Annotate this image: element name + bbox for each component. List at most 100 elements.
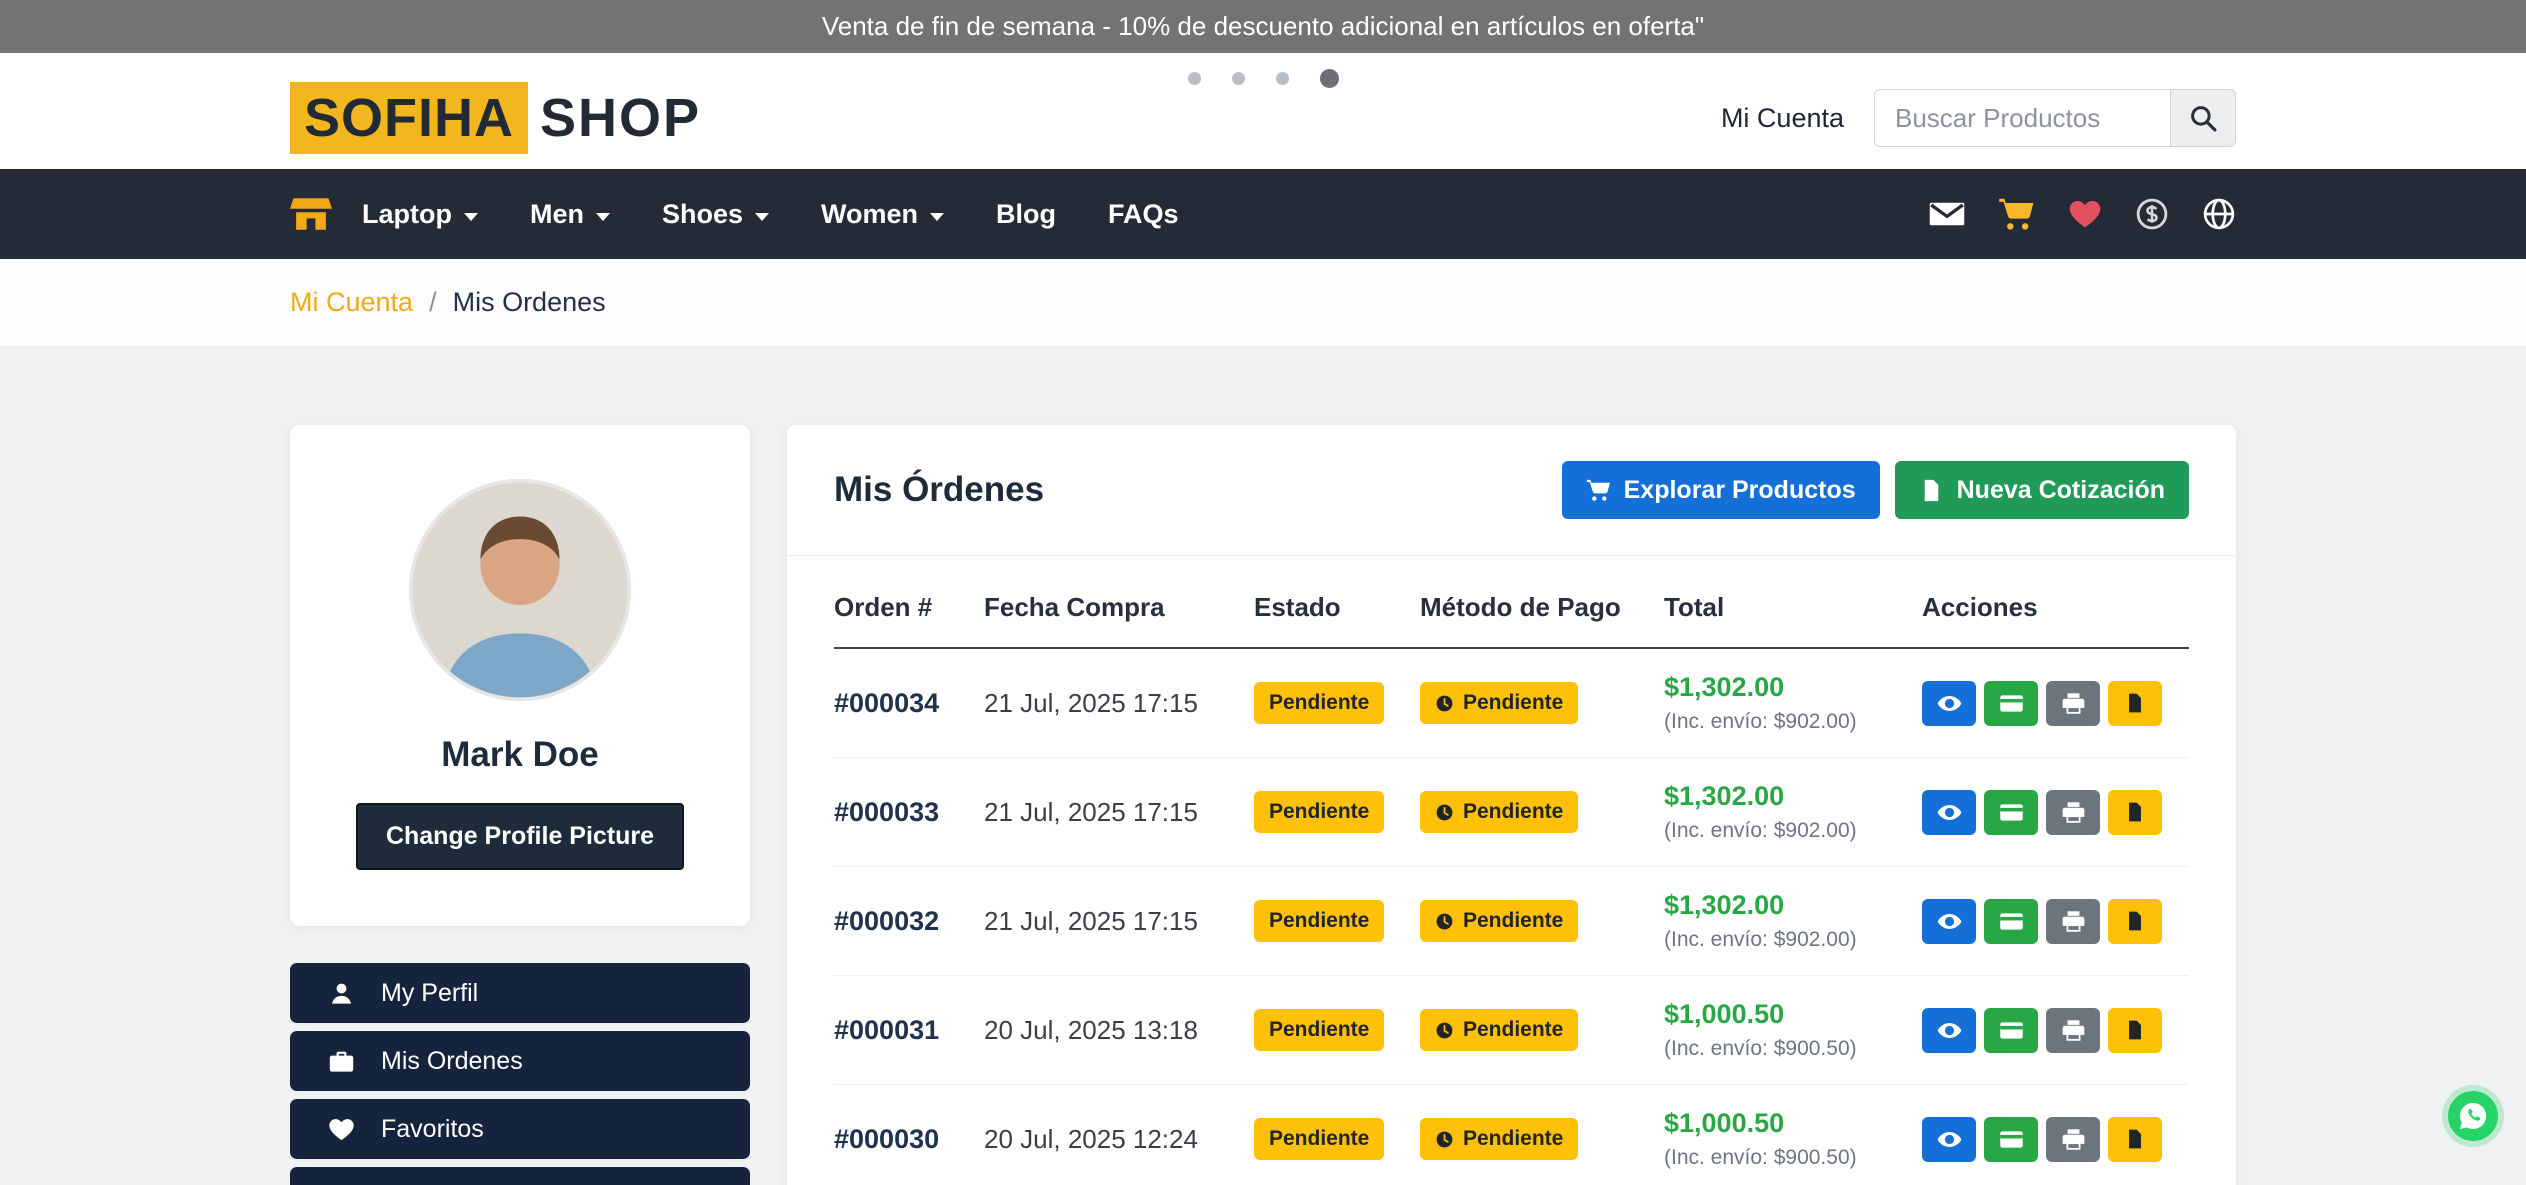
column-order: Orden # bbox=[834, 562, 984, 648]
download-pdf-button[interactable] bbox=[2108, 790, 2162, 835]
change-picture-button[interactable]: Change Profile Picture bbox=[356, 803, 684, 870]
status-badge: Pendiente bbox=[1254, 682, 1384, 724]
account-menu: My Perfil Mis Ordenes Favoritos Mis Coti… bbox=[290, 963, 750, 1185]
order-number[interactable]: #000033 bbox=[834, 797, 939, 827]
order-number[interactable]: #000030 bbox=[834, 1124, 939, 1154]
table-row: #000032 21 Jul, 2025 17:15 Pendiente Pen… bbox=[834, 867, 2189, 976]
site-header: SOFIHA SHOP Mi Cuenta bbox=[0, 53, 2526, 169]
order-date: 20 Jul, 2025 13:18 bbox=[984, 976, 1254, 1085]
order-number[interactable]: #000034 bbox=[834, 688, 939, 718]
order-number[interactable]: #000032 bbox=[834, 906, 939, 936]
row-actions bbox=[1922, 681, 2189, 726]
pay-order-button[interactable] bbox=[1984, 1117, 2038, 1162]
print-order-button[interactable] bbox=[2046, 790, 2100, 835]
whatsapp-button[interactable] bbox=[2448, 1091, 2498, 1141]
credit-card-icon bbox=[1999, 691, 2024, 716]
sidebar-item-favoritos[interactable]: Favoritos bbox=[290, 1099, 750, 1159]
order-shipping: (Inc. envío: $900.50) bbox=[1664, 1146, 1922, 1170]
view-order-button[interactable] bbox=[1922, 1008, 1976, 1053]
download-pdf-button[interactable] bbox=[2108, 1117, 2162, 1162]
pay-order-button[interactable] bbox=[1984, 899, 2038, 944]
download-pdf-button[interactable] bbox=[2108, 681, 2162, 726]
eye-icon bbox=[1937, 1018, 1962, 1043]
pay-order-button[interactable] bbox=[1984, 681, 2038, 726]
column-date: Fecha Compra bbox=[984, 562, 1254, 648]
cart-icon bbox=[1586, 478, 1611, 503]
eye-icon bbox=[1937, 800, 1962, 825]
currency-icon bbox=[2135, 197, 2169, 231]
view-order-button[interactable] bbox=[1922, 681, 1976, 726]
order-number[interactable]: #000031 bbox=[834, 1015, 939, 1045]
clock-icon bbox=[1435, 912, 1454, 931]
new-quote-button[interactable]: Nueva Cotización bbox=[1895, 461, 2189, 519]
clock-icon bbox=[1435, 1021, 1454, 1040]
view-order-button[interactable] bbox=[1922, 899, 1976, 944]
account-link[interactable]: Mi Cuenta bbox=[1721, 103, 1844, 134]
home-link[interactable] bbox=[290, 193, 332, 235]
search-input[interactable] bbox=[1874, 89, 2170, 147]
status-badge: Pendiente bbox=[1254, 791, 1384, 833]
pay-order-button[interactable] bbox=[1984, 790, 2038, 835]
table-header-row: Orden # Fecha Compra Estado Método de Pa… bbox=[834, 562, 2189, 648]
profile-card: Mark Doe Change Profile Picture bbox=[290, 425, 750, 926]
carousel-dot-3[interactable] bbox=[1276, 72, 1289, 85]
messages-link[interactable] bbox=[1929, 196, 1965, 232]
print-order-button[interactable] bbox=[2046, 899, 2100, 944]
download-pdf-button[interactable] bbox=[2108, 899, 2162, 944]
order-shipping: (Inc. envío: $902.00) bbox=[1664, 710, 1922, 734]
printer-icon bbox=[2061, 691, 2086, 716]
order-date: 21 Jul, 2025 17:15 bbox=[984, 758, 1254, 867]
download-pdf-button[interactable] bbox=[2108, 1008, 2162, 1053]
sidebar-item-my-perfil[interactable]: My Perfil bbox=[290, 963, 750, 1023]
main-content: Mark Doe Change Profile Picture My Perfi… bbox=[0, 347, 2526, 1185]
whatsapp-icon bbox=[2457, 1100, 2489, 1132]
nav-item-faqs[interactable]: FAQs bbox=[1108, 199, 1179, 230]
sidebar-item-mis-cotizaciones[interactable]: Mis Cotizaciones bbox=[290, 1167, 750, 1185]
search-button[interactable] bbox=[2170, 89, 2236, 147]
file-icon bbox=[1919, 478, 1944, 503]
logo-primary: SOFIHA bbox=[290, 82, 528, 154]
pdf-icon bbox=[2124, 1019, 2146, 1041]
column-status: Estado bbox=[1254, 562, 1420, 648]
sidebar-item-mis-ordenes[interactable]: Mis Ordenes bbox=[290, 1031, 750, 1091]
nav-item-laptop[interactable]: Laptop bbox=[362, 199, 478, 230]
pdf-icon bbox=[2124, 692, 2146, 714]
carousel-dot-4-active[interactable] bbox=[1320, 69, 1339, 88]
nav-item-shoes[interactable]: Shoes bbox=[662, 199, 769, 230]
view-order-button[interactable] bbox=[1922, 790, 1976, 835]
wishlist-link[interactable] bbox=[2068, 197, 2102, 231]
order-total: $1,302.00 bbox=[1664, 672, 1922, 703]
nav-item-women[interactable]: Women bbox=[821, 199, 944, 230]
carousel-dot-1[interactable] bbox=[1188, 72, 1201, 85]
view-order-button[interactable] bbox=[1922, 1117, 1976, 1162]
pay-order-button[interactable] bbox=[1984, 1008, 2038, 1053]
globe-icon bbox=[2202, 197, 2236, 231]
table-row: #000030 20 Jul, 2025 12:24 Pendiente Pen… bbox=[834, 1085, 2189, 1185]
language-link[interactable] bbox=[2202, 197, 2236, 231]
user-icon bbox=[328, 980, 355, 1007]
cart-icon bbox=[1998, 196, 2035, 233]
carousel-dot-2[interactable] bbox=[1232, 72, 1245, 85]
logo-secondary: SHOP bbox=[540, 87, 701, 149]
explore-products-button[interactable]: Explorar Productos bbox=[1562, 461, 1880, 519]
page-title: Mis Órdenes bbox=[834, 470, 1044, 510]
nav-item-men[interactable]: Men bbox=[530, 199, 610, 230]
logo[interactable]: SOFIHA SHOP bbox=[290, 82, 701, 154]
chevron-down-icon bbox=[464, 213, 478, 221]
nav-item-blog[interactable]: Blog bbox=[996, 199, 1056, 230]
orders-table: Orden # Fecha Compra Estado Método de Pa… bbox=[834, 562, 2189, 1185]
briefcase-icon bbox=[328, 1048, 355, 1075]
store-icon bbox=[290, 193, 332, 235]
table-row: #000033 21 Jul, 2025 17:15 Pendiente Pen… bbox=[834, 758, 2189, 867]
print-order-button[interactable] bbox=[2046, 681, 2100, 726]
print-order-button[interactable] bbox=[2046, 1008, 2100, 1053]
cart-link[interactable] bbox=[1998, 196, 2035, 233]
order-shipping: (Inc. envío: $900.50) bbox=[1664, 1037, 1922, 1061]
pdf-icon bbox=[2124, 910, 2146, 932]
printer-icon bbox=[2061, 1018, 2086, 1043]
currency-link[interactable] bbox=[2135, 197, 2169, 231]
print-order-button[interactable] bbox=[2046, 1117, 2100, 1162]
breadcrumb-account[interactable]: Mi Cuenta bbox=[290, 287, 413, 318]
eye-icon bbox=[1937, 1127, 1962, 1152]
chevron-down-icon bbox=[930, 213, 944, 221]
